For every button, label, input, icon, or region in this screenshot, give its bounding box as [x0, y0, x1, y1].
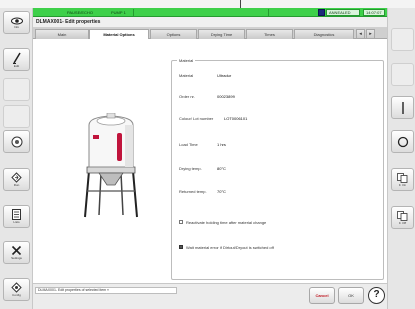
- status-separator: [133, 9, 134, 16]
- tab-times[interactable]: Times: [246, 29, 293, 39]
- reactivate-holding-label: Reactivate holding time after material c…: [186, 220, 267, 225]
- status-message: DLMAX001- Edit properties of selected it…: [35, 287, 177, 294]
- title-bar: DLMAX001- Edit properties: [33, 17, 387, 28]
- material-label: Material: [179, 73, 194, 78]
- tab-options[interactable]: Options: [150, 29, 197, 39]
- tools-icon: [11, 245, 22, 256]
- pencil-icon: [12, 52, 21, 64]
- status-item: PAUSE/ECHO: [67, 10, 93, 15]
- machine-name: PUMP 1: [111, 10, 126, 15]
- returned-temp-label: Returned temp.: [179, 189, 207, 194]
- tab-next-button[interactable]: ▸: [366, 29, 375, 39]
- copy-icon: [397, 210, 408, 221]
- help-button[interactable]: ?: [368, 287, 385, 304]
- cancel-button[interactable]: Cancel: [309, 287, 335, 304]
- eye-icon: [10, 17, 23, 24]
- circle-icon: [397, 136, 408, 147]
- view-icon: [11, 136, 22, 147]
- tab-prev-button[interactable]: ◂: [356, 29, 365, 39]
- status-separator: [268, 9, 269, 16]
- edit-button[interactable]: Edit: [3, 48, 30, 71]
- mode-status: ANNEALED: [326, 9, 360, 16]
- copy-icon: [397, 172, 408, 183]
- clock: 14:07:07: [363, 9, 385, 16]
- tab-bar: Main Material Options Options Drying Tim…: [33, 28, 387, 40]
- blank-button-2[interactable]: [3, 105, 30, 128]
- blank-button-1[interactable]: [3, 78, 30, 101]
- lot-number-label: Colour/ Lot number: [179, 116, 214, 121]
- load-time-label: Load Time: [179, 142, 198, 147]
- run-icon: [11, 172, 22, 183]
- reactivate-holding-checkbox[interactable]: [179, 220, 183, 224]
- settings-button[interactable]: Settings: [3, 241, 30, 264]
- line-icon: [401, 101, 404, 114]
- ok-button[interactable]: OK: [338, 287, 364, 304]
- window-title: DLMAX001- Edit properties: [36, 19, 101, 25]
- drying-temp-value[interactable]: 80°C: [217, 166, 226, 171]
- f-off-label: F. Off: [398, 220, 407, 225]
- load-time-value[interactable]: 1 hrs: [217, 142, 226, 147]
- circle-button[interactable]: [391, 130, 414, 153]
- f-on-button[interactable]: F. On: [391, 168, 414, 191]
- run-button[interactable]: Run: [3, 168, 30, 191]
- material-group: Material Material Ultradur Order nr. 000…: [171, 58, 384, 280]
- lists-button-label: Lists: [13, 220, 20, 224]
- right-toolbar: F. On F. Off: [387, 8, 415, 309]
- lists-button[interactable]: Lists: [3, 205, 30, 228]
- info-button[interactable]: Info: [3, 11, 30, 34]
- right-blank-button-2[interactable]: [391, 63, 414, 86]
- settings-button-label: Settings: [11, 256, 22, 260]
- left-toolbar: Info Edit Run Lists Settings Config: [0, 8, 33, 309]
- f-on-label: F. On: [398, 182, 407, 187]
- tab-diagnostics[interactable]: Diagnostics: [294, 29, 354, 39]
- returned-temp-value[interactable]: 70°C: [217, 189, 226, 194]
- f-off-button[interactable]: F. Off: [391, 206, 414, 229]
- material-options-panel: Material Material Ultradur Order nr. 000…: [33, 39, 387, 283]
- line-button[interactable]: [391, 96, 414, 119]
- config-icon: [11, 282, 22, 293]
- edit-button-label: Edit: [13, 63, 20, 68]
- config-button[interactable]: Config: [3, 278, 30, 301]
- wait-material-checkbox[interactable]: [179, 245, 183, 249]
- dryer-silo-image: [84, 113, 138, 218]
- list-icon: [12, 209, 21, 220]
- config-button-label: Config: [12, 293, 21, 297]
- drying-temp-label: Drying temp.: [179, 166, 202, 171]
- info-button-label: Info: [13, 24, 19, 29]
- lot-number-value[interactable]: LOT0006101: [224, 116, 247, 121]
- pointer-tick: [240, 0, 241, 8]
- tab-main[interactable]: Main: [35, 29, 89, 39]
- material-group-label: Material: [177, 58, 196, 63]
- tab-drying-time[interactable]: Drying Time: [198, 29, 245, 39]
- status-bar: PAUSE/ECHO PUMP 1 ANNEALED 14:07:07: [33, 8, 387, 17]
- wait-material-label: Wait material error if Dirtout/Dryout is…: [186, 245, 274, 250]
- material-value[interactable]: Ultradur: [217, 73, 231, 78]
- mode-icon: [318, 9, 325, 16]
- bottom-bar: DLMAX001- Edit properties of selected it…: [33, 283, 387, 309]
- order-number-label: Order nr.: [179, 94, 195, 99]
- order-number-value[interactable]: 00023899: [217, 94, 235, 99]
- right-blank-button-1[interactable]: [391, 28, 414, 51]
- run-button-label: Run: [13, 183, 20, 187]
- view-button[interactable]: [3, 130, 30, 153]
